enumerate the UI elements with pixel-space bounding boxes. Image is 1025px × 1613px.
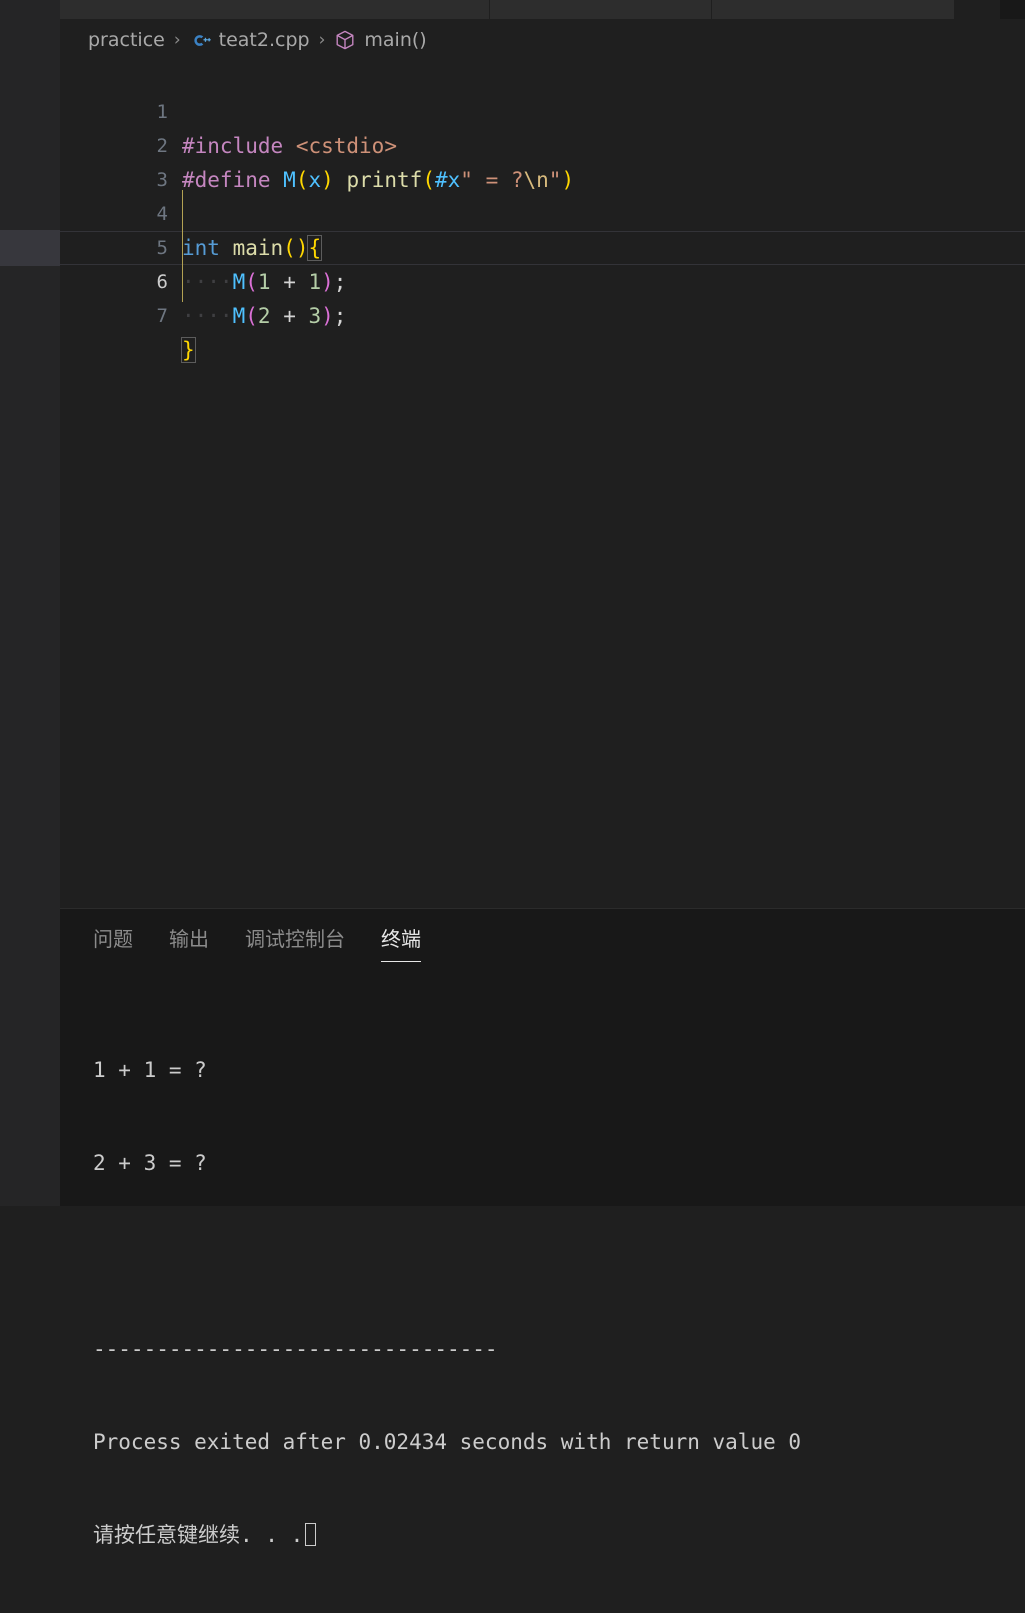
panel-tab-label: 输出 bbox=[169, 926, 209, 951]
panel-tab-terminal[interactable]: 终端 bbox=[381, 923, 421, 962]
terminal-cursor bbox=[305, 1523, 317, 1546]
terminal-line: 1 + 1 = ? bbox=[93, 1058, 207, 1082]
code-line-active[interactable]: 6 ····M(2 + 3); bbox=[60, 231, 1025, 328]
token-number: 3 bbox=[308, 304, 322, 328]
editor-tab-bar[interactable] bbox=[60, 0, 1025, 19]
terminal-line: Process exited after 0.02434 seconds wit… bbox=[93, 1430, 802, 1454]
panel-tab-output[interactable]: 输出 bbox=[169, 923, 209, 958]
breadcrumb-separator-icon: › bbox=[318, 29, 326, 50]
symbol-method-cube-icon bbox=[334, 29, 356, 51]
terminal-output[interactable]: 1 + 1 = ? 2 + 3 = ? --------------------… bbox=[60, 971, 1025, 1547]
editor-tab[interactable] bbox=[60, 0, 490, 19]
breadcrumb-separator-icon: › bbox=[173, 29, 181, 50]
bottom-panel[interactable]: 问题 输出 调试控制台 终端 1 + 1 = ? 2 + 3 = ? -----… bbox=[60, 908, 1025, 1547]
panel-tab-label: 调试控制台 bbox=[245, 926, 345, 951]
sidebar-selected-row[interactable] bbox=[0, 230, 60, 266]
side-bar[interactable] bbox=[0, 0, 60, 1206]
panel-tab-problems[interactable]: 问题 bbox=[93, 923, 133, 958]
code-line[interactable]: 2 #define M(x) printf(#x" = ?\n") bbox=[60, 95, 1025, 192]
breadcrumb-item-symbol[interactable]: main() bbox=[334, 29, 427, 51]
breadcrumb-item-file[interactable]: teat2.cpp bbox=[190, 29, 310, 51]
token-number: 2 bbox=[257, 304, 271, 328]
panel-tab-bar[interactable]: 问题 输出 调试控制台 终端 bbox=[60, 909, 1025, 971]
token-semicolon: ; bbox=[333, 304, 347, 328]
code-line[interactable]: 4 int main(){ bbox=[60, 163, 1025, 261]
code-line[interactable]: 5 ····M(1 + 1); bbox=[60, 197, 1025, 294]
whitespace-indent: ···· bbox=[182, 304, 233, 328]
panel-tab-label: 问题 bbox=[93, 926, 133, 951]
token-paren: ( bbox=[245, 304, 258, 328]
cpp-file-icon bbox=[190, 30, 211, 51]
line-number: 7 bbox=[156, 305, 168, 327]
token-paren: ) bbox=[321, 304, 334, 328]
code-text: } bbox=[181, 333, 196, 367]
token-macro-call: M bbox=[232, 304, 246, 328]
terminal-line: -------------------------------- bbox=[93, 1337, 498, 1361]
code-lines[interactable]: 1 #include <cstdio> 2 #define M(x) print… bbox=[60, 61, 1025, 363]
breadcrumb-folder-label: practice bbox=[88, 29, 165, 51]
terminal-line: 2 + 3 = ? bbox=[93, 1151, 207, 1175]
panel-tab-debug-console[interactable]: 调试控制台 bbox=[245, 923, 345, 958]
terminal-line-text: 请按任意键继续. . . bbox=[93, 1523, 304, 1547]
breadcrumb-file-label: teat2.cpp bbox=[218, 29, 310, 51]
editor-tab[interactable] bbox=[712, 0, 955, 19]
editor-tab-overflow[interactable] bbox=[955, 0, 1000, 19]
token-brace-close: } bbox=[181, 337, 196, 363]
breadcrumb-symbol-label: main() bbox=[364, 29, 427, 51]
terminal-line-with-cursor: 请按任意键继续. . . bbox=[93, 1520, 1025, 1551]
editor-tab[interactable] bbox=[490, 0, 712, 19]
panel-tab-label: 终端 bbox=[381, 926, 421, 951]
code-line[interactable]: 7 } bbox=[60, 265, 1025, 363]
code-text: ····M(2 + 3); bbox=[182, 299, 346, 333]
code-editor[interactable]: 1 #include <cstdio> 2 #define M(x) print… bbox=[60, 61, 1025, 908]
token-operator: + bbox=[270, 304, 309, 328]
code-line[interactable]: 3 bbox=[60, 129, 1025, 191]
breadcrumb-item-folder[interactable]: practice bbox=[88, 29, 165, 51]
breadcrumb[interactable]: practice › teat2.cpp › main() bbox=[60, 19, 1025, 61]
code-line[interactable]: 1 #include <cstdio> bbox=[60, 61, 1025, 158]
